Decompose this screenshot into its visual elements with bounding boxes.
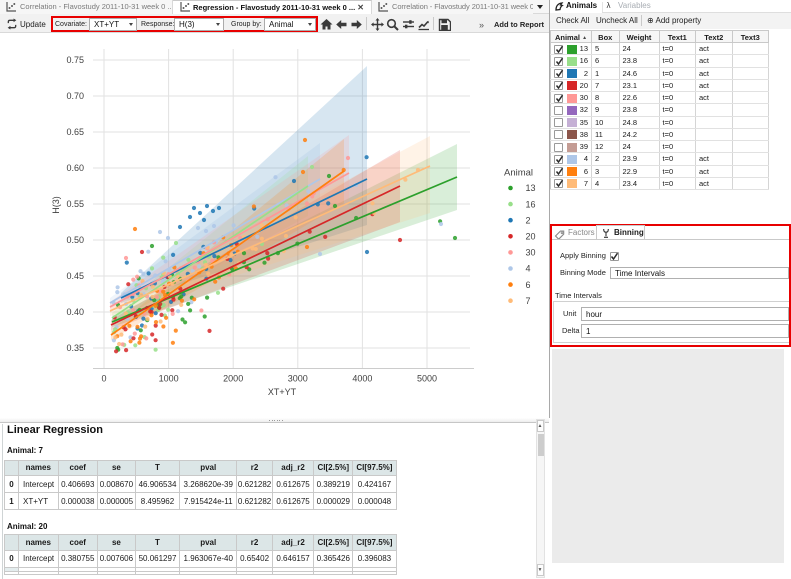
svg-text:2000: 2000: [223, 374, 243, 384]
svg-text:XT+YT: XT+YT: [268, 387, 297, 397]
svg-text:0.40: 0.40: [66, 307, 84, 317]
svg-text:7: 7: [526, 296, 531, 306]
svg-text:0.70: 0.70: [66, 91, 84, 101]
svg-text:1000: 1000: [159, 374, 179, 384]
svg-text:30: 30: [526, 248, 536, 258]
svg-text:0.60: 0.60: [66, 163, 84, 173]
svg-text:2: 2: [526, 215, 531, 225]
svg-text:20: 20: [526, 232, 536, 242]
svg-text:0.50: 0.50: [66, 235, 84, 245]
svg-text:5000: 5000: [417, 374, 437, 384]
svg-text:0.65: 0.65: [66, 127, 84, 137]
svg-text:16: 16: [526, 199, 536, 209]
svg-text:3000: 3000: [288, 374, 308, 384]
svg-text:Animal: Animal: [504, 168, 533, 179]
svg-text:0.35: 0.35: [66, 343, 84, 353]
svg-text:4: 4: [526, 264, 531, 274]
svg-text:H(3): H(3): [51, 196, 61, 214]
svg-text:0.75: 0.75: [66, 55, 84, 65]
svg-text:0.55: 0.55: [66, 199, 84, 209]
svg-text:0.45: 0.45: [66, 271, 84, 281]
svg-text:4000: 4000: [352, 374, 372, 384]
svg-text:0: 0: [101, 374, 106, 384]
svg-text:13: 13: [526, 183, 536, 193]
svg-text:6: 6: [526, 280, 531, 290]
